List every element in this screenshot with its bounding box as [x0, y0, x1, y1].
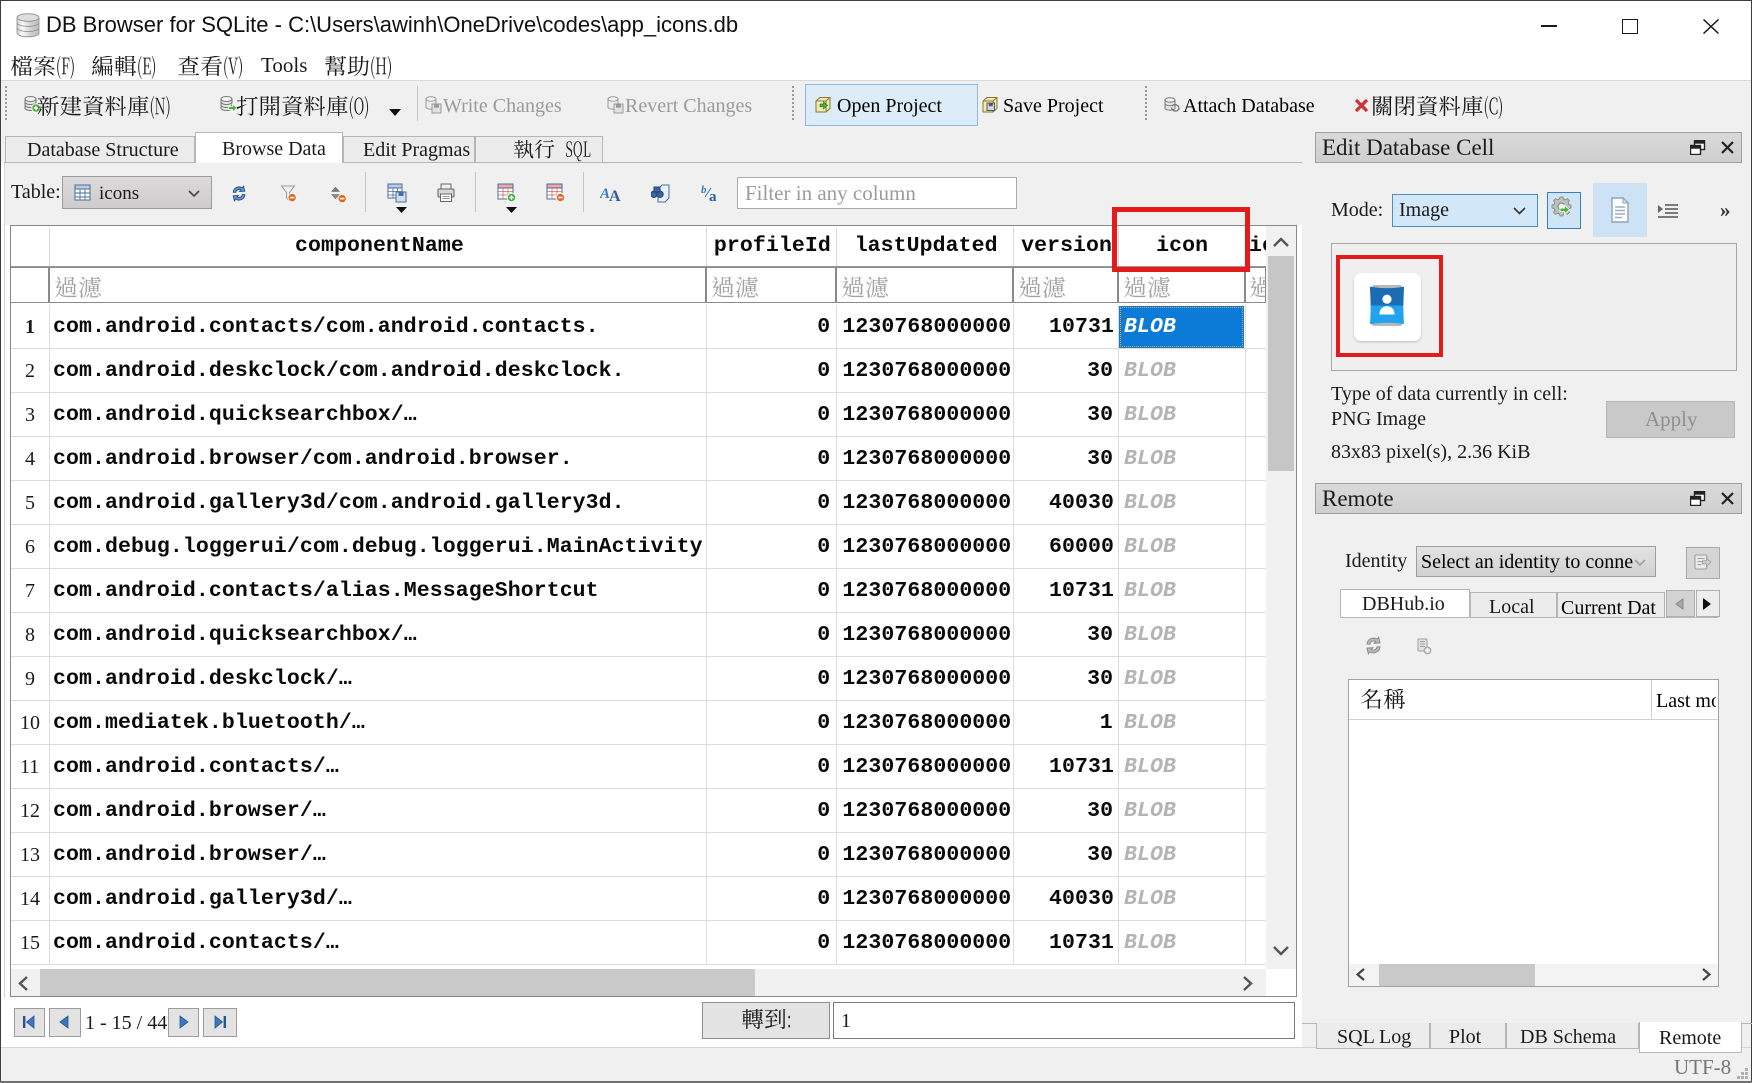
svg-text:b: b: [701, 184, 707, 196]
svg-text:A: A: [609, 188, 621, 202]
svg-text:a: a: [709, 189, 717, 203]
